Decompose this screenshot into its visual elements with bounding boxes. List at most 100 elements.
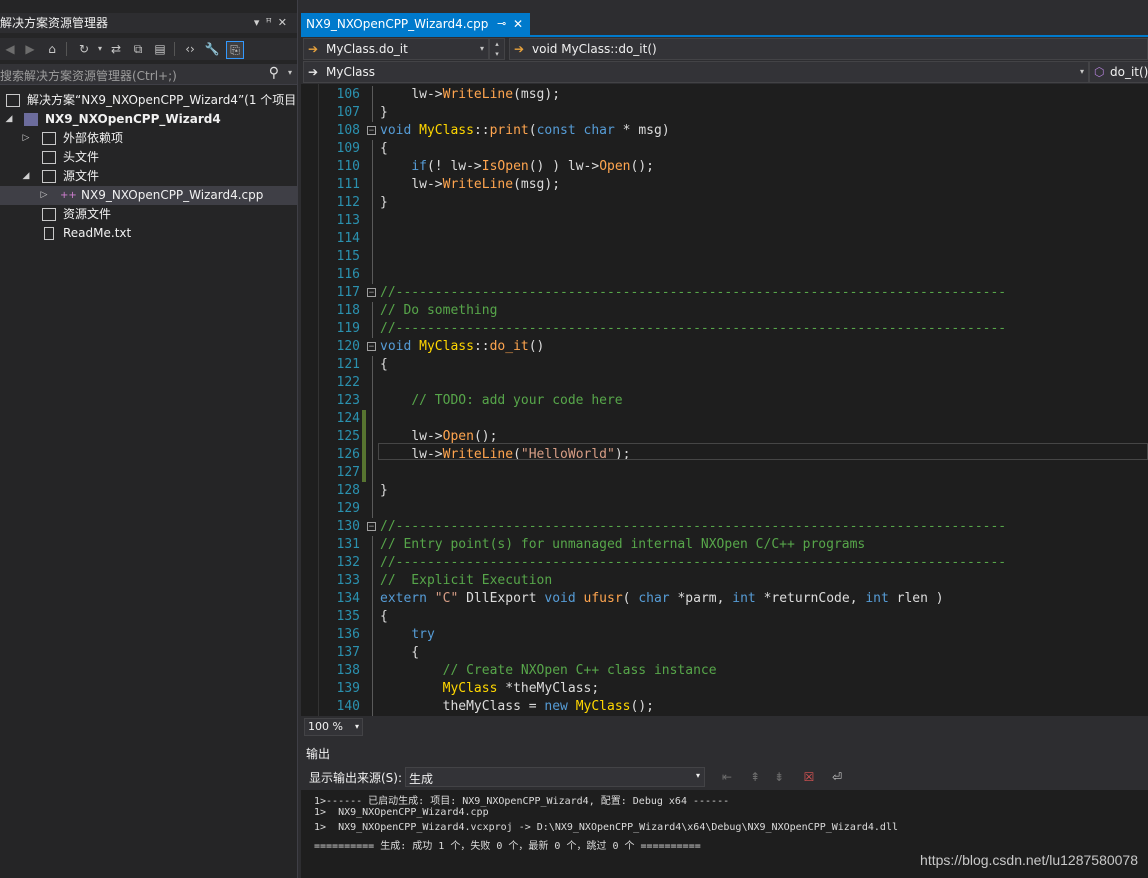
code-line[interactable]: 123 // TODO: add your code here	[301, 392, 1148, 410]
pin-icon[interactable]: ⊸	[497, 13, 506, 35]
tree-item-resource-files[interactable]: 资源文件	[0, 205, 297, 224]
method-icon: ⬡	[1094, 65, 1105, 79]
member-nav-dropdown[interactable]: ➔ MyClass.do_it ▾	[303, 38, 489, 60]
code-line[interactable]: 133 // Explicit Execution	[301, 572, 1148, 590]
tree-item-readme[interactable]: ReadMe.txt	[0, 224, 297, 243]
code-line[interactable]: 114	[301, 230, 1148, 248]
code-line[interactable]: 112}	[301, 194, 1148, 212]
code-line[interactable]: 130−//----------------------------------…	[301, 518, 1148, 536]
solution-explorer-title: 解决方案资源管理器	[0, 16, 109, 30]
collapse-icon[interactable]: −	[367, 126, 376, 136]
code-line[interactable]: 132 //-----------------------------------…	[301, 554, 1148, 572]
pin-icon[interactable]: ꟸ	[265, 16, 277, 29]
tree-item-project[interactable]: ◢ NX9_NXOpenCPP_Wizard4	[0, 110, 297, 129]
code-text: void MyClass::do_it()	[380, 339, 545, 354]
line-number: 122	[336, 375, 360, 390]
forward-icon[interactable]: ▶	[22, 41, 38, 57]
home-icon[interactable]: ⌂	[44, 41, 60, 57]
next-message-icon[interactable]: ⇟	[771, 769, 787, 785]
line-number: 123	[336, 393, 360, 408]
dropdown-icon[interactable]: ▾	[254, 16, 266, 29]
code-line[interactable]: 115	[301, 248, 1148, 266]
code-line[interactable]: 128}	[301, 482, 1148, 500]
code-line[interactable]: 110 if(! lw->IsOpen() ) lw->Open();	[301, 158, 1148, 176]
expanded-icon[interactable]: ◢	[4, 110, 14, 129]
output-toolbar: 显示输出来源(S): 生成 ▾ ⇤ ⇞ ⇟ ☒ ⏎	[301, 764, 1148, 790]
code-line[interactable]: 129	[301, 500, 1148, 518]
fold-guide	[372, 554, 373, 572]
expanded-icon[interactable]: ◢	[21, 167, 31, 186]
tree-item-header-files[interactable]: 头文件	[0, 148, 297, 167]
properties-icon[interactable]: 🔧	[204, 41, 220, 57]
collapse-icon[interactable]: −	[367, 342, 376, 352]
search-icon[interactable]: ⚲	[269, 65, 279, 81]
code-line[interactable]: 113	[301, 212, 1148, 230]
output-source-dropdown[interactable]: 生成 ▾	[405, 767, 705, 787]
code-line[interactable]: 136 try	[301, 626, 1148, 644]
close-icon[interactable]: ✕	[513, 13, 523, 35]
word-wrap-icon[interactable]: ⏎	[829, 769, 845, 785]
code-text: //--------------------------------------…	[380, 519, 1007, 534]
tree-item-cpp-file[interactable]: ▷ ++ NX9_NXOpenCPP_Wizard4.cpp	[0, 186, 297, 205]
collapse-icon[interactable]: −	[367, 288, 376, 298]
code-line[interactable]: 120− void MyClass::do_it()	[301, 338, 1148, 356]
code-line[interactable]: 111 lw->WriteLine(msg);	[301, 176, 1148, 194]
code-line[interactable]: 140 theMyClass = new MyClass();	[301, 698, 1148, 716]
code-line[interactable]: 109 {	[301, 140, 1148, 158]
preview-icon[interactable]: ⎘	[226, 41, 244, 59]
collapsed-icon[interactable]: ▷	[39, 186, 49, 205]
code-editor[interactable]: 106 lw->WriteLine(msg); 107} 108− void MyCl…	[301, 84, 1148, 716]
search-input[interactable]: 搜索解决方案资源管理器(Ctrl+;)	[0, 67, 177, 84]
view-code-icon[interactable]: ‹›	[182, 41, 198, 57]
code-line[interactable]: 118 // Do something	[301, 302, 1148, 320]
fold-guide	[372, 392, 373, 410]
scope-nav-dropdown[interactable]: ➔ MyClass ▾	[303, 61, 1089, 83]
tab-cpp-file[interactable]: NX9_NXOpenCPP_Wizard4.cpp ⊸ ✕	[301, 13, 530, 35]
code-line[interactable]: 127	[301, 464, 1148, 482]
code-line[interactable]: 121 {	[301, 356, 1148, 374]
code-line[interactable]: 116	[301, 266, 1148, 284]
fold-guide	[372, 230, 373, 248]
code-line[interactable]: 134 extern "C" DllExport void ufusr( char…	[301, 590, 1148, 608]
back-icon[interactable]: ◀	[2, 41, 18, 57]
go-to-error-icon[interactable]: ⇤	[719, 769, 735, 785]
code-line[interactable]: 139 MyClass *theMyClass;	[301, 680, 1148, 698]
line-number: 121	[336, 357, 360, 372]
tree-item-source-files[interactable]: ◢ 源文件	[0, 167, 297, 186]
solution-explorer-search[interactable]: 搜索解决方案资源管理器(Ctrl+;) ⚲ ▾	[0, 64, 297, 85]
fold-guide	[372, 302, 373, 320]
code-text: }	[380, 105, 388, 120]
collapsed-icon[interactable]: ▷	[21, 129, 31, 148]
output-title: 输出	[306, 747, 331, 761]
zoom-dropdown[interactable]: 100 % ▾	[304, 718, 363, 736]
close-icon[interactable]: ✕	[278, 16, 293, 29]
tree-item-solution[interactable]: 解决方案“NX9_NXOpenCPP_Wizard4”(1 个项目	[0, 91, 297, 110]
code-line[interactable]: 106 lw->WriteLine(msg);	[301, 86, 1148, 104]
show-all-files-icon[interactable]: ▤	[152, 41, 168, 57]
nav-spinner[interactable]: ▴ ▾	[489, 38, 505, 60]
code-line[interactable]: 138 // Create NXOpen C++ class instance	[301, 662, 1148, 680]
code-text: // Do something	[380, 303, 498, 318]
code-line[interactable]: 108− void MyClass::print(const char * msg…	[301, 122, 1148, 140]
function-nav-dropdown[interactable]: ➔ void MyClass::do_it()	[509, 38, 1148, 60]
code-line[interactable]: 131 // Entry point(s) for unmanaged inter…	[301, 536, 1148, 554]
chevron-down-icon[interactable]: ▾	[288, 68, 292, 77]
method-nav-dropdown[interactable]: ⬡ do_it()	[1089, 61, 1148, 83]
code-line[interactable]: 117−//----------------------------------…	[301, 284, 1148, 302]
chevron-down-icon[interactable]: ▾	[92, 41, 108, 57]
code-line[interactable]: 122	[301, 374, 1148, 392]
collapse-all-icon[interactable]: ⧉	[130, 41, 146, 57]
code-line[interactable]: 119 //-----------------------------------…	[301, 320, 1148, 338]
code-line[interactable]: 135 {	[301, 608, 1148, 626]
sync-icon[interactable]: ⇄	[108, 41, 124, 57]
output-line: 1>------ 已启动生成: 项目: NX9_NXOpenCPP_Wizard…	[314, 796, 730, 807]
collapse-icon[interactable]: −	[367, 522, 376, 532]
code-line[interactable]: 124	[301, 410, 1148, 428]
code-line[interactable]: 107}	[301, 104, 1148, 122]
tree-item-external-deps[interactable]: ▷ 外部依赖项	[0, 129, 297, 148]
history-icon[interactable]: ↻	[76, 41, 92, 57]
prev-message-icon[interactable]: ⇞	[747, 769, 763, 785]
clear-all-icon[interactable]: ☒	[801, 769, 817, 785]
code-line[interactable]: 137 {	[301, 644, 1148, 662]
change-marker	[362, 428, 366, 446]
